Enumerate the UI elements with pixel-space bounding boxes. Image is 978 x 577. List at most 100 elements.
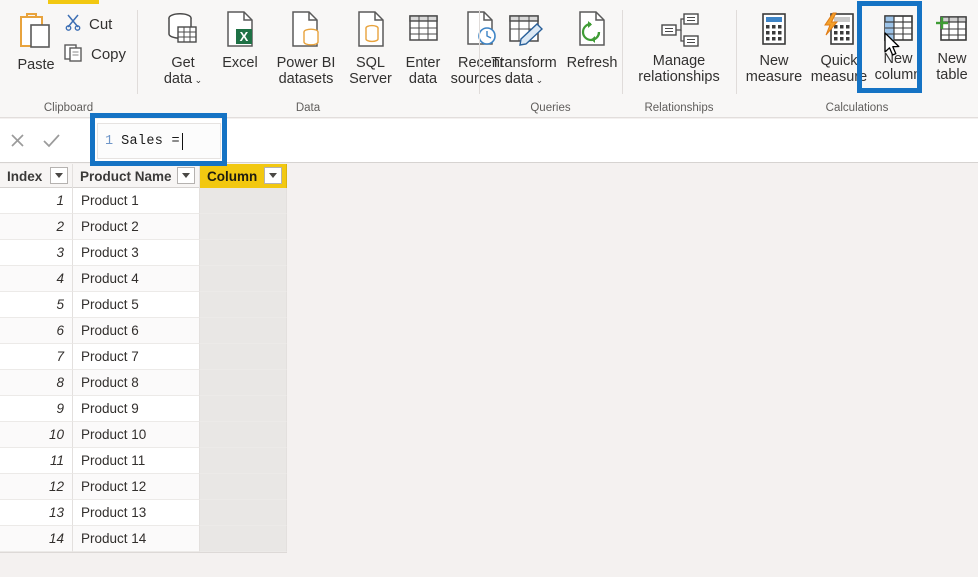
table-row[interactable]: 1 Product 1 [0,188,287,214]
excel-button[interactable]: X Excel [216,10,264,71]
chevron-down-icon [182,173,190,178]
cell-index[interactable]: 1 [0,188,73,214]
cell-column[interactable] [200,526,287,552]
dax-formula-input[interactable]: 1 Sales = [97,123,221,159]
table-row[interactable]: 10 Product 10 [0,422,287,448]
cell-column[interactable] [200,266,287,292]
cell-column[interactable] [200,474,287,500]
sql-server-button[interactable]: SQL Server [344,10,397,87]
power-bi-datasets-button[interactable]: Power BI datasets [268,10,344,87]
paste-button[interactable]: Paste [12,12,60,73]
formula-accept-button[interactable] [34,119,68,163]
table-row[interactable]: 14 Product 14 [0,526,287,552]
table-row[interactable]: 5 Product 5 [0,292,287,318]
cell-index[interactable]: 10 [0,422,73,448]
cell-index[interactable]: 9 [0,396,73,422]
copy-button[interactable]: Copy [64,42,126,67]
new-table-label-2: table [936,67,968,83]
column-header-product-name[interactable]: Product Name [73,164,200,188]
cell-column[interactable] [200,448,287,474]
ribbon: Paste Cut Copy Clipboard Get data ⌄ X Ex… [0,0,978,118]
cell-column[interactable] [200,500,287,526]
transform-data-button[interactable]: Transform data ⌄ [486,10,562,88]
cell-index[interactable]: 4 [0,266,73,292]
new-table-label-1: New [937,51,967,67]
cell-product-name[interactable]: Product 9 [73,396,200,422]
manage-relationships-button[interactable]: Manage relationships [623,12,735,85]
cut-label: Cut [89,16,113,33]
cell-column[interactable] [200,370,287,396]
data-grid: Index Product Name Column 1 Product 1 2 Pro… [0,164,287,553]
cell-index[interactable]: 8 [0,370,73,396]
get-data-label-1: Get [171,55,195,71]
quick-measure-label-1: Quick [820,53,858,69]
cell-product-name[interactable]: Product 7 [73,344,200,370]
copy-label: Copy [91,46,127,63]
column-header-column[interactable]: Column [200,164,287,188]
ribbon-group-calculations: New measure Quick measure New column New… [737,0,978,117]
cell-index[interactable]: 12 [0,474,73,500]
cell-index[interactable]: 2 [0,214,73,240]
formula-line-number: 1 [105,133,114,149]
table-row[interactable]: 11 Product 11 [0,448,287,474]
cell-column[interactable] [200,240,287,266]
transform-pencil-icon [505,10,544,55]
quick-measure-label-2: measure [810,69,868,85]
cell-column[interactable] [200,422,287,448]
scissors-icon [64,13,82,36]
table-row[interactable]: 3 Product 3 [0,240,287,266]
cell-product-name[interactable]: Product 12 [73,474,200,500]
cell-column[interactable] [200,188,287,214]
new-measure-button[interactable]: New measure [741,12,807,85]
cell-product-name[interactable]: Product 5 [73,292,200,318]
cell-product-name[interactable]: Product 10 [73,422,200,448]
table-row[interactable]: 4 Product 4 [0,266,287,292]
cell-column[interactable] [200,396,287,422]
table-row[interactable]: 6 Product 6 [0,318,287,344]
table-row[interactable]: 2 Product 2 [0,214,287,240]
cell-product-name[interactable]: Product 13 [73,500,200,526]
chevron-down-icon: ⌄ [192,75,203,85]
table-row[interactable]: 8 Product 8 [0,370,287,396]
cell-column[interactable] [200,292,287,318]
cell-index[interactable]: 13 [0,500,73,526]
new-measure-label-2: measure [745,69,803,85]
cell-index[interactable]: 14 [0,526,73,552]
cell-column[interactable] [200,344,287,370]
column-filter-dropdown-index[interactable] [50,167,68,184]
formula-cancel-button[interactable] [0,119,34,163]
column-filter-dropdown-product-name[interactable] [177,167,195,184]
pbi-datasets-label-1: Power BI [276,55,336,71]
table-row[interactable]: 12 Product 12 [0,474,287,500]
cell-product-name[interactable]: Product 11 [73,448,200,474]
cell-column[interactable] [200,318,287,344]
cell-product-name[interactable]: Product 6 [73,318,200,344]
get-data-button[interactable]: Get data ⌄ [154,10,212,88]
cell-index[interactable]: 6 [0,318,73,344]
data-grid-header-row: Index Product Name Column [0,164,287,188]
column-filter-dropdown-column[interactable] [264,167,282,184]
cell-product-name[interactable]: Product 1 [73,188,200,214]
enter-data-label-1: Enter [405,55,441,71]
enter-data-button[interactable]: Enter data [398,10,448,87]
new-table-button[interactable]: New table [927,12,977,83]
cell-index[interactable]: 3 [0,240,73,266]
cell-product-name[interactable]: Product 2 [73,214,200,240]
cell-index[interactable]: 11 [0,448,73,474]
column-header-index[interactable]: Index [0,164,73,188]
data-grid-body: 1 Product 1 2 Product 2 3 Product 3 4 Product 4… [0,188,287,552]
refresh-button[interactable]: Refresh [564,10,620,71]
refresh-label-1: Refresh [566,55,618,71]
cut-button[interactable]: Cut [64,13,112,36]
table-row[interactable]: 7 Product 7 [0,344,287,370]
cell-product-name[interactable]: Product 3 [73,240,200,266]
cell-product-name[interactable]: Product 14 [73,526,200,552]
cell-index[interactable]: 7 [0,344,73,370]
cell-column[interactable] [200,214,287,240]
cell-index[interactable]: 5 [0,292,73,318]
table-row[interactable]: 13 Product 13 [0,500,287,526]
quick-measure-button[interactable]: Quick measure [808,12,870,85]
cell-product-name[interactable]: Product 8 [73,370,200,396]
cell-product-name[interactable]: Product 4 [73,266,200,292]
table-row[interactable]: 9 Product 9 [0,396,287,422]
